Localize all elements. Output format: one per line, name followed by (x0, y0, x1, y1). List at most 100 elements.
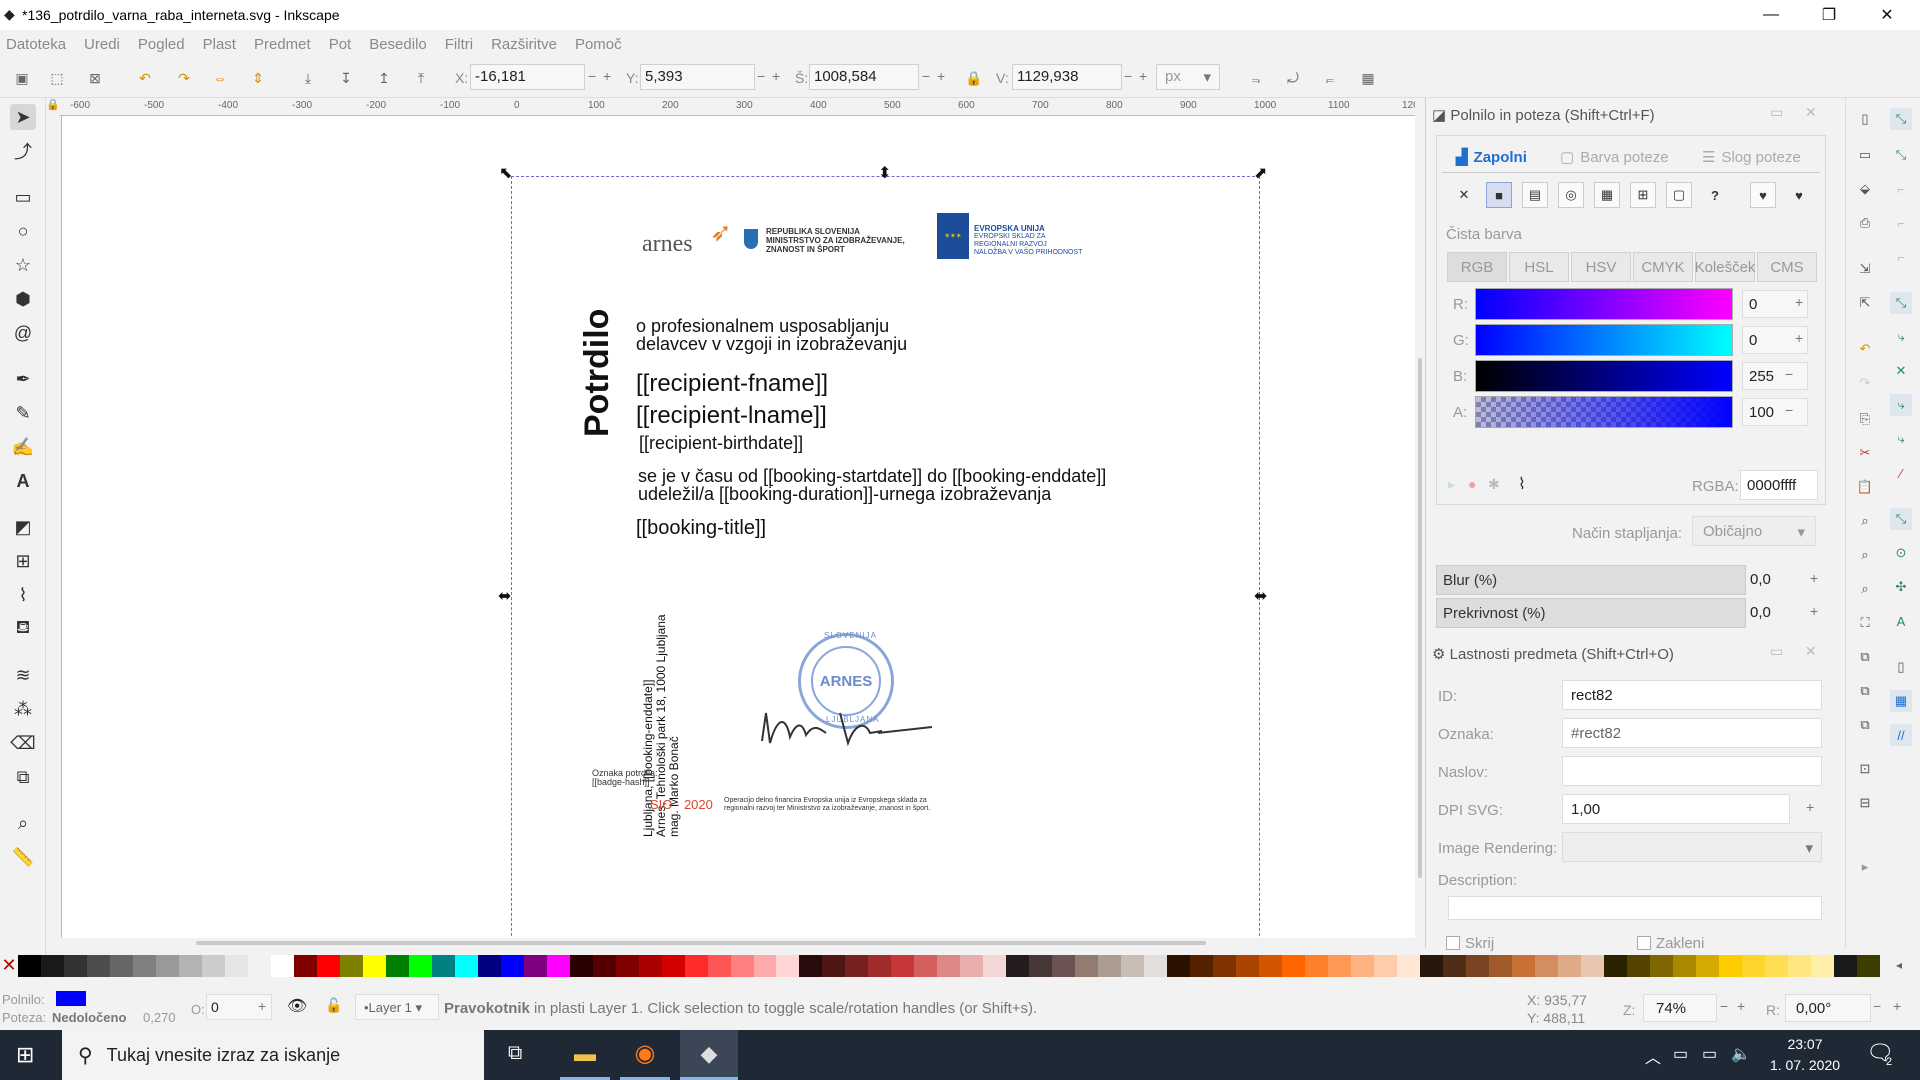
unlink-clone-icon[interactable]: ⧉ (1854, 714, 1876, 736)
palette-swatch[interactable] (569, 955, 593, 977)
lower-to-bottom-icon[interactable]: ⤓ (298, 68, 318, 88)
palette-swatch[interactable] (1833, 955, 1857, 977)
inkscape-taskbar-icon[interactable]: ◆ (680, 1030, 738, 1080)
lock-ratio-icon[interactable]: 🔒 (964, 68, 984, 88)
title-input[interactable] (1562, 756, 1822, 786)
palette-swatch[interactable] (1787, 955, 1811, 977)
palette-swatch[interactable] (18, 955, 41, 977)
ellipse-tool-icon[interactable]: ○ (10, 218, 36, 244)
rectangle-tool-icon[interactable]: ▭ (10, 184, 36, 210)
opacity-value[interactable]: 0,0 (1748, 599, 1798, 627)
clock-time[interactable]: 23:07 (1770, 1036, 1840, 1052)
snap-bbox-edge-icon[interactable]: ⌐ (1890, 178, 1912, 200)
scale-handle-top[interactable]: ⬍ (878, 163, 891, 183)
rgba-input[interactable]: 0000ffff (1740, 470, 1818, 500)
palette-swatch[interactable] (1213, 955, 1237, 977)
palette-swatch[interactable] (1557, 955, 1581, 977)
tab-stroke-style[interactable]: ☰ Slog poteze (1702, 142, 1801, 172)
menu-edit[interactable]: Uredi (84, 36, 120, 53)
toggle-layer-visibility-icon[interactable]: 👁 (287, 996, 307, 1016)
mode-hsv[interactable]: HSV (1571, 252, 1631, 282)
snap-rotation-center-icon[interactable]: ✣ (1890, 576, 1912, 598)
palette-swatch[interactable] (1580, 955, 1604, 977)
r-increment[interactable]: + (1795, 294, 1803, 310)
opacity-slider[interactable]: Prekrivnost (%) (1436, 598, 1746, 628)
save-icon[interactable]: ⬙ (1854, 178, 1876, 200)
tweak-tool-icon[interactable]: ≋ (10, 662, 36, 688)
palette-swatch[interactable] (592, 955, 616, 977)
menu-layer[interactable]: Plast (203, 36, 236, 53)
raise-to-top-icon[interactable]: ⤒ (411, 68, 431, 88)
tab-stroke-paint[interactable]: ▢ Barva poteze (1560, 142, 1669, 172)
lock-checkbox[interactable] (1637, 936, 1651, 950)
canvas[interactable]: arnes ➶ REPUBLIKA SLOVENIJA MINISTRSTVO Z… (62, 116, 1415, 938)
star-tool-icon[interactable]: ☆ (10, 252, 36, 278)
menu-text[interactable]: Besedilo (369, 36, 427, 53)
blend-mode-select[interactable]: Običajno ▾ (1692, 516, 1816, 546)
mode-rgb[interactable]: RGB (1447, 252, 1507, 282)
swatch-icon[interactable]: ▢ (1666, 182, 1692, 208)
width-increment[interactable]: + (937, 68, 945, 84)
network-icon[interactable]: ▭ (1702, 1044, 1717, 1064)
palette-swatch[interactable] (1695, 955, 1719, 977)
clock-date[interactable]: 1. 07. 2020 (1760, 1057, 1850, 1073)
snap-text-baseline-icon[interactable]: A (1890, 610, 1912, 632)
task-view-icon[interactable]: ⧉ (508, 1042, 522, 1065)
redo-icon[interactable]: ↷ (1854, 372, 1876, 394)
transform-gradients-icon[interactable]: ⫭ (1320, 68, 1340, 88)
palette-swatch[interactable] (1190, 955, 1214, 977)
fill-rule-nonzero-icon[interactable]: ♥ (1786, 182, 1812, 208)
zoom-page-icon[interactable]: ⌕ (1854, 578, 1876, 600)
dpi-increment[interactable]: + (1806, 799, 1814, 815)
snap-grid-icon[interactable]: ▦ (1890, 690, 1912, 712)
palette-swatch[interactable] (1305, 955, 1329, 977)
palette-swatch[interactable] (63, 955, 87, 977)
blur-slider[interactable]: Blur (%) (1436, 565, 1746, 595)
menu-object[interactable]: Predmet (254, 36, 311, 53)
a-decrement[interactable]: − (1785, 402, 1793, 418)
palette-swatch[interactable] (546, 955, 570, 977)
palette-swatch[interactable] (1121, 955, 1145, 977)
menu-filters[interactable]: Filtri (445, 36, 473, 53)
palette-swatch[interactable] (454, 955, 478, 977)
group-icon[interactable]: ⊡ (1854, 758, 1876, 780)
calligraphy-tool-icon[interactable]: ✍ (10, 434, 36, 460)
y-increment[interactable]: + (772, 68, 780, 84)
linear-gradient-icon[interactable]: ▤ (1522, 182, 1548, 208)
palette-swatch[interactable] (1282, 955, 1306, 977)
raise-icon[interactable]: ↥ (374, 68, 394, 88)
flip-vertical-icon[interactable]: ⇕ (248, 68, 268, 88)
cut-icon[interactable]: ✂ (1854, 442, 1876, 464)
palette-swatch[interactable] (500, 955, 524, 977)
pencil-tool-icon[interactable]: ✎ (10, 400, 36, 426)
height-input[interactable]: 1129,938 (1012, 64, 1122, 90)
palette-swatch[interactable] (339, 955, 363, 977)
zoom-drawing-icon[interactable]: ⌕ (1854, 544, 1876, 566)
rotate-ccw-icon[interactable]: ↶ (135, 68, 155, 88)
fill-rule-evenodd-icon[interactable]: ♥ (1750, 182, 1776, 208)
paint-bucket-tool-icon[interactable]: ⛾ (10, 616, 36, 642)
measure-tool-icon[interactable]: 📏 (10, 844, 36, 870)
connector-tool-icon[interactable]: ⧉ (10, 764, 36, 790)
rotation-increment[interactable]: + (1893, 998, 1901, 1014)
blur-value[interactable]: 0,0 (1748, 566, 1798, 594)
iconify-button[interactable]: ▭ (1770, 104, 1783, 121)
no-paint-icon[interactable]: ✕ (1451, 182, 1477, 208)
open-icon[interactable]: ▭ (1854, 144, 1876, 166)
palette-swatch[interactable] (1603, 955, 1627, 977)
horizontal-scrollbar[interactable] (62, 938, 1415, 948)
x-increment[interactable]: + (603, 68, 611, 84)
palette-swatch[interactable] (109, 955, 133, 977)
undo-icon[interactable]: ↶ (1854, 338, 1876, 360)
menu-help[interactable]: Pomoč (575, 36, 622, 53)
zoom-tool-icon[interactable]: ⌕ (10, 810, 36, 836)
flip-horizontal-icon[interactable]: ⇔ (210, 68, 230, 88)
pen-tool-icon[interactable]: ✒ (10, 366, 36, 392)
palette-swatch[interactable] (1718, 955, 1742, 977)
snap-center-icon[interactable]: ⊙ (1890, 542, 1912, 564)
flat-color-icon[interactable]: ■ (1486, 182, 1512, 208)
no-color-swatch[interactable]: ✕ (0, 955, 18, 977)
iconify-button-2[interactable]: ▭ (1770, 643, 1783, 660)
deselect-icon[interactable]: ⊠ (85, 68, 105, 88)
palette-swatch[interactable] (1351, 955, 1375, 977)
